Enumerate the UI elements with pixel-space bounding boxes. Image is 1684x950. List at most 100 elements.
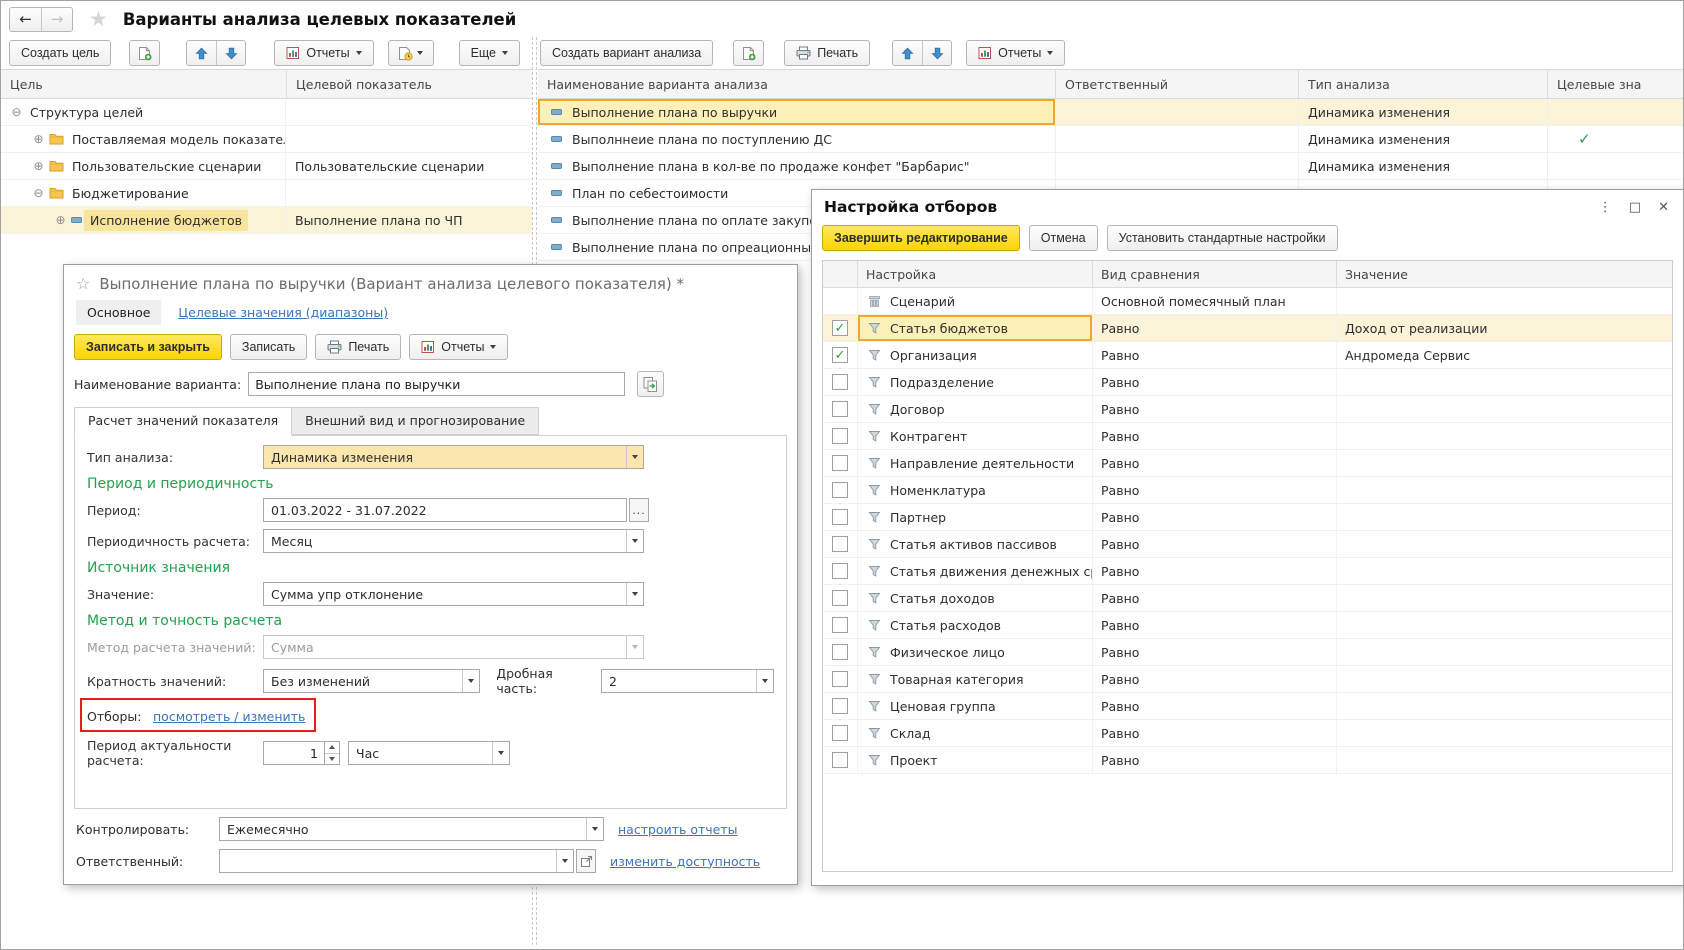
filter-checkbox[interactable] xyxy=(832,590,848,606)
filter-setting-cell[interactable]: Статья бюджетов xyxy=(857,315,1092,341)
window-close-icon[interactable]: ✕ xyxy=(1658,200,1669,215)
multiplicity-select[interactable]: Без изменений xyxy=(263,669,480,693)
filter-setting-cell[interactable]: Статья движения денежных средств xyxy=(857,558,1092,584)
filter-setting-cell[interactable]: Партнер xyxy=(857,504,1092,530)
filter-row[interactable]: Направление деятельностиРавно xyxy=(823,450,1672,477)
variants-reports-button[interactable]: Отчеты xyxy=(966,40,1065,66)
filter-setting-cell[interactable]: Направление деятельности xyxy=(857,450,1092,476)
move-up-button[interactable] xyxy=(893,41,922,65)
variant-name-cell[interactable]: Выполнение плана в кол-ве по продаже кон… xyxy=(538,153,1055,179)
dropdown-button[interactable] xyxy=(586,818,603,840)
favorite-star-icon[interactable]: ★ xyxy=(89,9,108,30)
column-header-responsible[interactable]: Ответственный xyxy=(1055,70,1298,98)
save-and-close-button[interactable]: Записать и закрыть xyxy=(74,334,222,360)
filter-checkbox[interactable] xyxy=(832,374,848,390)
goal-tree-row[interactable]: ⊖Структура целей xyxy=(1,99,532,126)
variant-name-cell[interactable]: Выполнение плана по выручки xyxy=(538,99,1055,125)
spinner-up-icon[interactable] xyxy=(325,742,339,754)
finish-editing-button[interactable]: Завершить редактирование xyxy=(822,225,1020,251)
column-header-comparison[interactable]: Вид сравнения xyxy=(1092,261,1336,287)
filter-checkbox[interactable] xyxy=(832,509,848,525)
more-button[interactable]: Еще xyxy=(459,40,520,66)
column-header-goal[interactable]: Цель xyxy=(1,70,286,98)
dropdown-button[interactable] xyxy=(756,670,773,692)
filter-row[interactable]: НоменклатураРавно xyxy=(823,477,1672,504)
change-access-link[interactable]: изменить доступность xyxy=(610,854,760,869)
move-up-button[interactable] xyxy=(187,41,216,65)
save-button[interactable]: Записать xyxy=(230,334,307,360)
filter-row[interactable]: Товарная категорияРавно xyxy=(823,666,1672,693)
goal-tree-row[interactable]: ⊕Исполнение бюджетовВыполнение плана по … xyxy=(1,207,532,234)
cancel-button[interactable]: Отмена xyxy=(1029,225,1098,251)
filter-setting-cell[interactable]: Договор xyxy=(857,396,1092,422)
goal-tree-row[interactable]: ⊕Пользовательские сценарииПользовательск… xyxy=(1,153,532,180)
actuality-spinner[interactable] xyxy=(325,741,340,765)
column-header-target-values[interactable]: Целевые зна xyxy=(1547,70,1683,98)
new-document-button[interactable] xyxy=(129,40,160,66)
responsible-select[interactable] xyxy=(219,849,574,873)
card-print-button[interactable]: Печать xyxy=(315,334,401,360)
filter-checkbox[interactable]: ✓ xyxy=(832,347,848,363)
set-standard-settings-button[interactable]: Установить стандартные настройки xyxy=(1107,225,1338,251)
period-picker-button[interactable]: ... xyxy=(629,498,649,522)
filter-checkbox[interactable] xyxy=(832,671,848,687)
fraction-select[interactable]: 2 xyxy=(601,669,774,693)
responsible-open-button[interactable] xyxy=(576,849,596,873)
tab-calculation[interactable]: Расчет значений показателя xyxy=(74,407,292,436)
filter-setting-cell[interactable]: Ценовая группа xyxy=(857,693,1092,719)
filter-setting-cell[interactable]: Сценарий xyxy=(857,288,1092,314)
nav-tab-main[interactable]: Основное xyxy=(76,300,161,325)
move-down-button[interactable] xyxy=(922,41,951,65)
actuality-unit-select[interactable]: Час xyxy=(348,741,510,765)
variant-row[interactable]: Выполнение плана по выручкиДинамика изме… xyxy=(538,99,1683,126)
goal-tree-row[interactable]: ⊕Поставляемая модель показателей xyxy=(1,126,532,153)
back-button[interactable]: ← xyxy=(10,8,41,31)
filter-checkbox[interactable] xyxy=(832,428,848,444)
create-goal-button[interactable]: Создать цель xyxy=(9,40,111,66)
filter-row[interactable]: Статья движения денежных средствРавно xyxy=(823,558,1672,585)
card-reports-button[interactable]: Отчеты xyxy=(409,334,508,360)
filter-checkbox[interactable] xyxy=(832,455,848,471)
filter-row[interactable]: Статья доходовРавно xyxy=(823,585,1672,612)
filter-setting-cell[interactable]: Подразделение xyxy=(857,369,1092,395)
filter-row[interactable]: ✓ОрганизацияРавноАндромеда Сервис xyxy=(823,342,1672,369)
spinner-down-icon[interactable] xyxy=(325,754,339,765)
filter-setting-cell[interactable]: Контрагент xyxy=(857,423,1092,449)
periodicity-select[interactable]: Месяц xyxy=(263,529,644,553)
column-header-setting[interactable]: Настройка xyxy=(857,261,1092,287)
period-input[interactable]: 01.03.2022 - 31.07.2022 xyxy=(263,498,627,522)
filter-row[interactable]: Ценовая группаРавно xyxy=(823,693,1672,720)
filter-row[interactable]: ✓Статья бюджетовРавноДоход от реализации xyxy=(823,315,1672,342)
filter-setting-cell[interactable]: Товарная категория xyxy=(857,666,1092,692)
window-maximize-icon[interactable]: □ xyxy=(1629,200,1641,215)
filters-view-edit-link[interactable]: посмотреть / изменить xyxy=(153,709,305,724)
expander-icon[interactable]: ⊖ xyxy=(31,186,46,200)
filter-row[interactable]: СценарийОсновной помесячный план xyxy=(823,288,1672,315)
dropdown-button[interactable] xyxy=(492,742,509,764)
filter-row[interactable]: Физическое лицоРавно xyxy=(823,639,1672,666)
create-variant-button[interactable]: Создать вариант анализа xyxy=(540,40,713,66)
favorite-star-icon[interactable]: ☆ xyxy=(76,274,90,293)
column-header-value[interactable]: Значение xyxy=(1336,261,1672,287)
filter-row[interactable]: КонтрагентРавно xyxy=(823,423,1672,450)
filter-row[interactable]: ПодразделениеРавно xyxy=(823,369,1672,396)
column-header-indicator[interactable]: Целевой показатель xyxy=(286,70,532,98)
filter-row[interactable]: ДоговорРавно xyxy=(823,396,1672,423)
dropdown-button[interactable] xyxy=(556,850,573,872)
actuality-value-input[interactable] xyxy=(263,741,325,765)
goal-tree-row[interactable]: ⊖Бюджетирование xyxy=(1,180,532,207)
print-button[interactable]: Печать xyxy=(784,40,870,66)
filter-setting-cell[interactable]: Физическое лицо xyxy=(857,639,1092,665)
filter-row[interactable]: ПроектРавно xyxy=(823,747,1672,774)
new-variant-document-button[interactable] xyxy=(733,40,764,66)
variant-name-input[interactable] xyxy=(248,372,625,396)
filter-row[interactable]: ПартнерРавно xyxy=(823,504,1672,531)
variant-name-cell[interactable]: Выполннеие плана по поступлению ДС xyxy=(538,126,1055,152)
filter-row[interactable]: СкладРавно xyxy=(823,720,1672,747)
analysis-type-select[interactable]: Динамика изменения xyxy=(263,445,644,469)
expander-icon[interactable]: ⊕ xyxy=(31,159,46,173)
goals-reports-button[interactable]: Отчеты xyxy=(274,40,373,66)
dropdown-button[interactable] xyxy=(626,530,643,552)
tab-appearance[interactable]: Внешний вид и прогнозирование xyxy=(292,407,539,435)
filter-setting-cell[interactable]: Проект xyxy=(857,747,1092,773)
